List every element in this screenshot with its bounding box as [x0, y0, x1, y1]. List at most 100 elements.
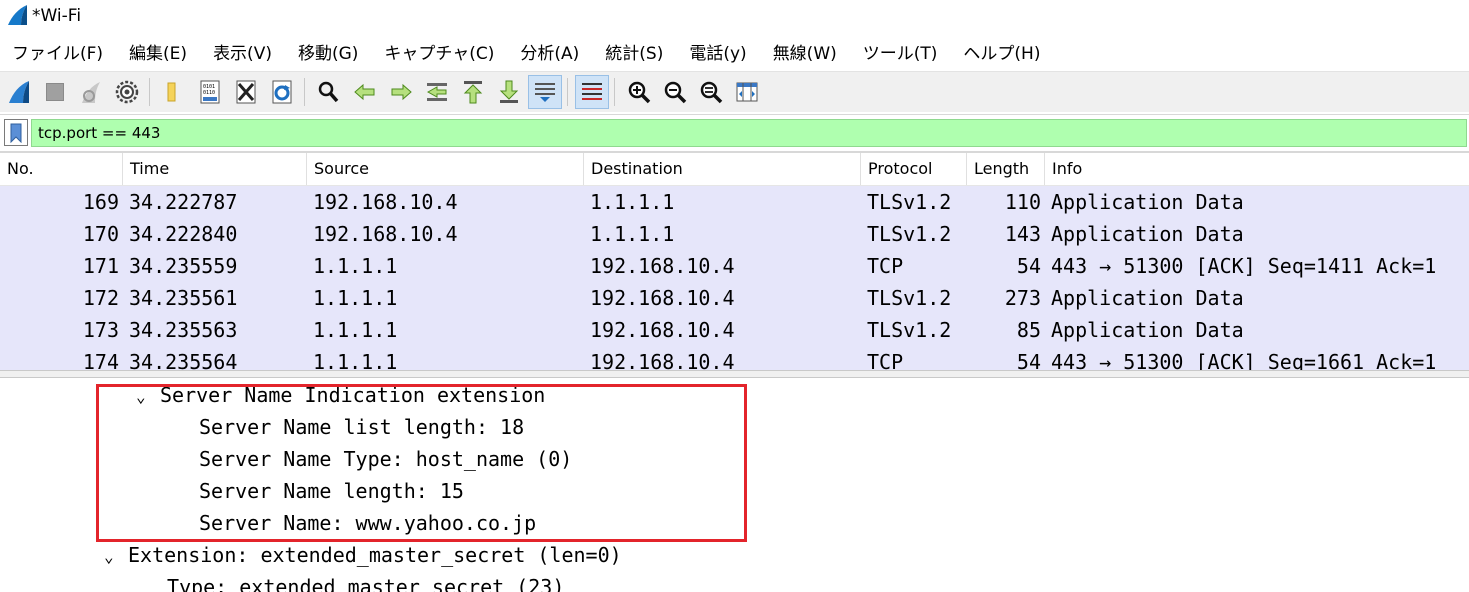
- packet-source: 1.1.1.1: [313, 350, 398, 371]
- packet-row[interactable]: 171 34.235559 1.1.1.1 192.168.10.4 TCP 5…: [0, 250, 1469, 282]
- packet-time: 34.222787: [129, 190, 238, 214]
- packet-time: 34.235563: [129, 318, 238, 342]
- capture-options-icon: [115, 80, 139, 104]
- column-header-protocol[interactable]: Protocol: [861, 153, 967, 185]
- tree-item-ems-type[interactable]: Type: extended_master_secret (23): [167, 571, 564, 592]
- chevron-down-icon[interactable]: ⌄: [104, 541, 128, 573]
- autoscroll-button[interactable]: [528, 75, 562, 109]
- close-file-button[interactable]: [229, 75, 263, 109]
- menu-file[interactable]: ファイル(F): [0, 39, 116, 69]
- go-to-packet-button[interactable]: [420, 75, 454, 109]
- packet-destination: 1.1.1.1: [590, 190, 675, 214]
- packet-protocol: TLSv1.2: [867, 318, 952, 342]
- menu-capture[interactable]: キャプチャ(C): [371, 39, 507, 69]
- column-header-source[interactable]: Source: [307, 153, 584, 185]
- menu-statistics[interactable]: 統計(S): [592, 39, 676, 69]
- find-packet-button[interactable]: [312, 75, 346, 109]
- packet-no: 171: [82, 254, 119, 278]
- resize-columns-button[interactable]: [730, 75, 764, 109]
- go-back-button[interactable]: [348, 75, 382, 109]
- packet-destination: 192.168.10.4: [590, 254, 735, 278]
- start-capture-button[interactable]: [2, 75, 36, 109]
- filter-bookmark-button[interactable]: [4, 119, 28, 146]
- packet-length: 143: [1004, 222, 1041, 246]
- last-packet-button[interactable]: [492, 75, 526, 109]
- column-header-destination[interactable]: Destination: [584, 153, 861, 185]
- window-title: *Wi-Fi: [32, 6, 82, 26]
- reload-file-icon: [272, 80, 292, 104]
- stop-capture-icon: [46, 83, 64, 101]
- tree-item-label: Extension: extended_master_secret (len=0…: [128, 543, 622, 567]
- menu-view[interactable]: 表示(V): [200, 39, 285, 69]
- column-header-time[interactable]: Time: [123, 153, 307, 185]
- go-forward-button[interactable]: [384, 75, 418, 109]
- packet-source: 192.168.10.4: [313, 222, 458, 246]
- column-header-length[interactable]: Length: [967, 153, 1045, 185]
- packet-protocol: TCP: [867, 254, 904, 278]
- colorize-button[interactable]: [575, 75, 609, 109]
- packet-length: 54: [1016, 350, 1041, 371]
- packet-source: 1.1.1.1: [313, 318, 398, 342]
- packet-row[interactable]: 172 34.235561 1.1.1.1 192.168.10.4 TLSv1…: [0, 282, 1469, 314]
- packet-source: 1.1.1.1: [313, 286, 398, 310]
- menu-telephony[interactable]: 電話(y): [676, 39, 759, 69]
- packet-destination: 192.168.10.4: [590, 286, 735, 310]
- tree-item-ems-extension[interactable]: ⌄ Extension: extended_master_secret (len=…: [104, 539, 622, 573]
- main-toolbar: 0101 0110: [0, 71, 1469, 112]
- last-packet-icon: [499, 80, 519, 103]
- go-to-packet-icon: [426, 83, 447, 101]
- packet-source: 1.1.1.1: [313, 254, 398, 278]
- packet-source: 192.168.10.4: [313, 190, 458, 214]
- pane-splitter[interactable]: [0, 370, 1469, 378]
- packet-info: Application Data: [1051, 190, 1244, 214]
- packet-length: 110: [1004, 190, 1041, 214]
- svg-text:0110: 0110: [203, 90, 215, 96]
- packet-no: 169: [82, 190, 119, 214]
- find-packet-icon: [318, 81, 339, 103]
- display-filter-input[interactable]: [31, 119, 1467, 147]
- restart-capture-button[interactable]: [74, 75, 108, 109]
- menu-edit[interactable]: 編集(E): [116, 39, 200, 69]
- column-header-no[interactable]: No.: [0, 153, 123, 185]
- packet-row[interactable]: 174 34.235564 1.1.1.1 192.168.10.4 TCP 5…: [0, 346, 1469, 371]
- packet-info: 443 → 51300 [ACK] Seq=1661 Ack=1: [1051, 350, 1437, 371]
- packet-info: Application Data: [1051, 222, 1244, 246]
- packet-row[interactable]: 173 34.235563 1.1.1.1 192.168.10.4 TLSv1…: [0, 314, 1469, 346]
- packet-row[interactable]: 170 34.222840 192.168.10.4 1.1.1.1 TLSv1…: [0, 218, 1469, 250]
- packet-length: 54: [1016, 254, 1041, 278]
- packet-length: 273: [1004, 286, 1041, 310]
- normal-size-icon: [700, 81, 723, 104]
- zoom-in-button[interactable]: [622, 75, 656, 109]
- packet-protocol: TCP: [867, 350, 904, 371]
- reload-file-button[interactable]: [265, 75, 299, 109]
- autoscroll-icon: [535, 83, 555, 102]
- first-packet-button[interactable]: [456, 75, 490, 109]
- menu-tools[interactable]: ツール(T): [850, 39, 951, 69]
- menu-help[interactable]: ヘルプ(H): [950, 39, 1053, 69]
- toolbar-separator: [304, 78, 305, 106]
- open-file-button[interactable]: [157, 75, 191, 109]
- packet-destination: 1.1.1.1: [590, 222, 675, 246]
- column-header-info[interactable]: Info: [1045, 153, 1469, 185]
- menu-go[interactable]: 移動(G): [285, 39, 371, 69]
- packet-protocol: TLSv1.2: [867, 286, 952, 310]
- wireshark-fin-icon: [8, 5, 27, 25]
- packet-protocol: TLSv1.2: [867, 222, 952, 246]
- packet-length: 85: [1016, 318, 1041, 342]
- stop-capture-button[interactable]: [38, 75, 72, 109]
- packet-time: 34.235564: [129, 350, 238, 371]
- zoom-out-button[interactable]: [658, 75, 692, 109]
- capture-options-button[interactable]: [110, 75, 144, 109]
- save-file-button[interactable]: 0101 0110: [193, 75, 227, 109]
- go-back-icon: [354, 83, 375, 101]
- packet-row[interactable]: 169 34.222787 192.168.10.4 1.1.1.1 TLSv1…: [0, 186, 1469, 218]
- packet-no: 170: [82, 222, 119, 246]
- toolbar-separator: [567, 78, 568, 106]
- highlight-annotation-box: [96, 384, 747, 542]
- packet-list-header: No. Time Source Destination Protocol Len…: [0, 153, 1469, 186]
- normal-size-button[interactable]: [694, 75, 728, 109]
- menu-analyze[interactable]: 分析(A): [507, 39, 592, 69]
- menu-wireless[interactable]: 無線(W): [760, 39, 850, 69]
- toolbar-separator: [149, 78, 150, 106]
- bookmark-icon: [10, 123, 22, 143]
